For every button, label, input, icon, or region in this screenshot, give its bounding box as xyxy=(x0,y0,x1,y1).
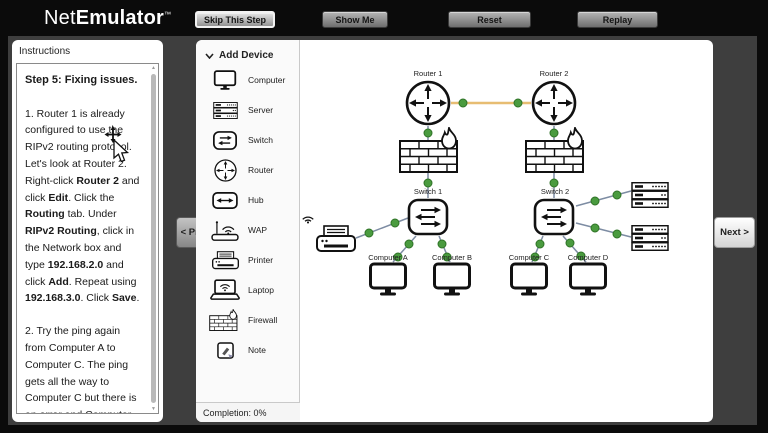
instructions-scrollbar[interactable]: ▲ ▼ xyxy=(150,67,157,410)
palette-item-label: Router xyxy=(248,165,274,175)
server-icon xyxy=(209,102,241,119)
palette-item-label: WAP xyxy=(248,225,267,235)
logo-prefix: Net xyxy=(44,7,76,29)
palette-item-label: Hub xyxy=(248,195,264,205)
node-label: Computer D xyxy=(568,253,609,262)
add-device-label: Add Device xyxy=(219,50,273,61)
network-canvas-panel[interactable]: Router 1 Router 2 Switch 1 Switch 2 Comp… xyxy=(196,40,713,422)
printer-icon xyxy=(209,251,241,270)
add-device-header[interactable]: Add Device xyxy=(196,40,299,65)
cable-printer-switch1 xyxy=(356,218,408,238)
palette-item-printer[interactable]: Printer xyxy=(196,245,299,275)
computer-icon xyxy=(209,70,241,90)
app-logo: NetEmulator™ xyxy=(44,7,171,30)
port-indicator xyxy=(459,99,467,107)
palette-item-computer[interactable]: Computer xyxy=(196,65,299,95)
port-indicator xyxy=(536,240,544,248)
port-indicator xyxy=(591,197,599,205)
port-indicator xyxy=(391,219,399,227)
node-label: Router 2 xyxy=(540,69,569,78)
logo-trademark: ™ xyxy=(164,11,171,18)
switch-1-node[interactable] xyxy=(409,200,447,234)
cable-switch2-server2 xyxy=(576,223,631,237)
scroll-up-arrow-icon[interactable]: ▲ xyxy=(150,65,157,71)
palette-item-label: Server xyxy=(248,105,273,115)
palette-item-switch[interactable]: Switch xyxy=(196,125,299,155)
port-indicator xyxy=(405,240,413,248)
port-indicator xyxy=(550,179,558,187)
server-2-node[interactable] xyxy=(632,226,668,251)
scroll-down-arrow-icon[interactable]: ▼ xyxy=(150,406,157,412)
router-2-node[interactable] xyxy=(533,82,575,124)
port-indicator xyxy=(514,99,522,107)
server-1-node[interactable] xyxy=(632,183,668,208)
palette-item-label: Note xyxy=(248,345,266,355)
node-label: Computer A xyxy=(368,253,408,262)
port-indicator xyxy=(591,224,599,232)
wireless-signal-icon xyxy=(303,217,314,223)
node-label: Switch 2 xyxy=(541,187,569,196)
top-bar: NetEmulator™ Skip This Step Show Me Rese… xyxy=(0,0,768,36)
note-icon xyxy=(209,342,241,359)
chevron-down-icon xyxy=(205,53,214,59)
palette-item-note[interactable]: Note xyxy=(196,335,299,365)
port-indicator xyxy=(365,229,373,237)
palette-item-label: Firewall xyxy=(248,315,277,325)
computer-d-node[interactable] xyxy=(571,264,606,296)
palette-item-label: Printer xyxy=(248,255,273,265)
port-indicator xyxy=(613,191,621,199)
next-button[interactable]: Next > xyxy=(714,217,755,248)
port-indicator xyxy=(566,239,574,247)
switch-icon xyxy=(209,131,241,150)
palette-item-wap[interactable]: WAP xyxy=(196,215,299,245)
port-indicator xyxy=(424,129,432,137)
laptop-icon xyxy=(209,279,241,301)
logo-bold: Emulator xyxy=(76,7,164,29)
node-label: Router 1 xyxy=(414,69,443,78)
instructions-text: Step 5: Fixing issues.1. Router 1 is alr… xyxy=(16,63,159,414)
device-palette: Add Device Computer Server Switch Router… xyxy=(196,40,300,422)
hub-icon xyxy=(209,192,241,209)
port-indicators xyxy=(365,99,621,261)
cables xyxy=(356,103,631,262)
computer-a-node[interactable] xyxy=(371,264,406,296)
scrollbar-thumb[interactable] xyxy=(151,74,156,403)
printer-node[interactable] xyxy=(317,226,355,251)
firewall-icon xyxy=(209,309,241,331)
instructions-panel: Instructions Step 5: Fixing issues.1. Ro… xyxy=(12,40,163,422)
palette-item-label: Switch xyxy=(248,135,273,145)
palette-item-label: Laptop xyxy=(248,285,274,295)
instructions-title: Instructions xyxy=(19,46,70,57)
node-label: Computer C xyxy=(509,253,550,262)
router-1-node[interactable] xyxy=(407,82,449,124)
replay-button[interactable]: Replay xyxy=(577,11,658,28)
palette-item-server[interactable]: Server xyxy=(196,95,299,125)
show-me-button[interactable]: Show Me xyxy=(322,11,388,28)
node-label: Switch 1 xyxy=(414,187,442,196)
palette-item-hub[interactable]: Hub xyxy=(196,185,299,215)
node-label: Computer B xyxy=(432,253,472,262)
cable-switch2-server1 xyxy=(576,191,631,206)
palette-item-firewall[interactable]: Firewall xyxy=(196,305,299,335)
skip-this-step-button[interactable]: Skip This Step xyxy=(195,11,275,28)
port-indicator xyxy=(613,230,621,238)
switch-2-node[interactable] xyxy=(535,200,573,234)
port-indicator xyxy=(550,129,558,137)
reset-button[interactable]: Reset xyxy=(448,11,531,28)
port-indicator xyxy=(424,179,432,187)
port-indicator xyxy=(438,240,446,248)
completion-status: Completion: 0% xyxy=(196,402,300,422)
palette-item-router[interactable]: Router xyxy=(196,155,299,185)
wap-icon xyxy=(209,220,241,241)
computer-c-node[interactable] xyxy=(512,264,547,296)
palette-item-label: Computer xyxy=(248,75,285,85)
palette-item-laptop[interactable]: Laptop xyxy=(196,275,299,305)
computer-b-node[interactable] xyxy=(435,264,470,296)
router-icon xyxy=(209,159,241,182)
